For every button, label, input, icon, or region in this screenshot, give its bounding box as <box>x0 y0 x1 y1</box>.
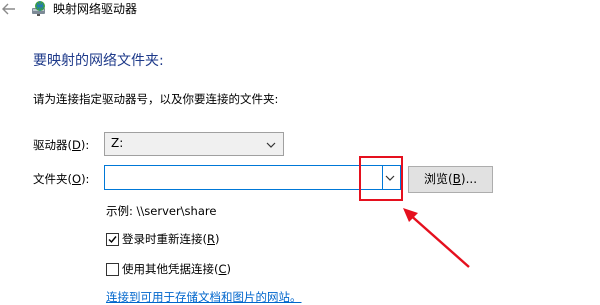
window-title: 映射网络驱动器 <box>53 2 138 16</box>
page-heading: 要映射的网络文件夹: <box>33 53 164 69</box>
folder-path-input[interactable] <box>104 165 401 190</box>
reconnect-label[interactable]: 登录时重新连接(R) <box>122 231 220 247</box>
website-connect-link[interactable]: 连接到可用于存储文档和图片的网站。 <box>106 290 302 304</box>
annotation-highlight-box <box>359 156 403 201</box>
reconnect-checkbox[interactable] <box>106 233 119 246</box>
instructions-text: 请为连接指定驱动器号，以及你要连接的文件夹: <box>33 92 279 106</box>
drive-letter-select[interactable]: Z: <box>104 132 284 156</box>
drive-label: 驱动器(D): <box>33 138 90 152</box>
network-drive-icon <box>31 0 48 17</box>
checkmark-icon <box>108 236 117 244</box>
chevron-down-icon <box>266 142 276 148</box>
other-credentials-checkbox[interactable] <box>106 263 119 276</box>
back-button[interactable] <box>2 0 16 20</box>
other-credentials-label[interactable]: 使用其他凭据连接(C) <box>122 261 231 277</box>
arrow-left-icon <box>2 3 15 15</box>
browse-button[interactable]: 浏览(B)... <box>408 166 493 193</box>
example-text: 示例: \\server\share <box>106 204 217 218</box>
folder-label: 文件夹(O): <box>33 172 90 186</box>
annotation-arrow-icon <box>403 208 470 268</box>
drive-letter-value: Z: <box>111 136 124 150</box>
